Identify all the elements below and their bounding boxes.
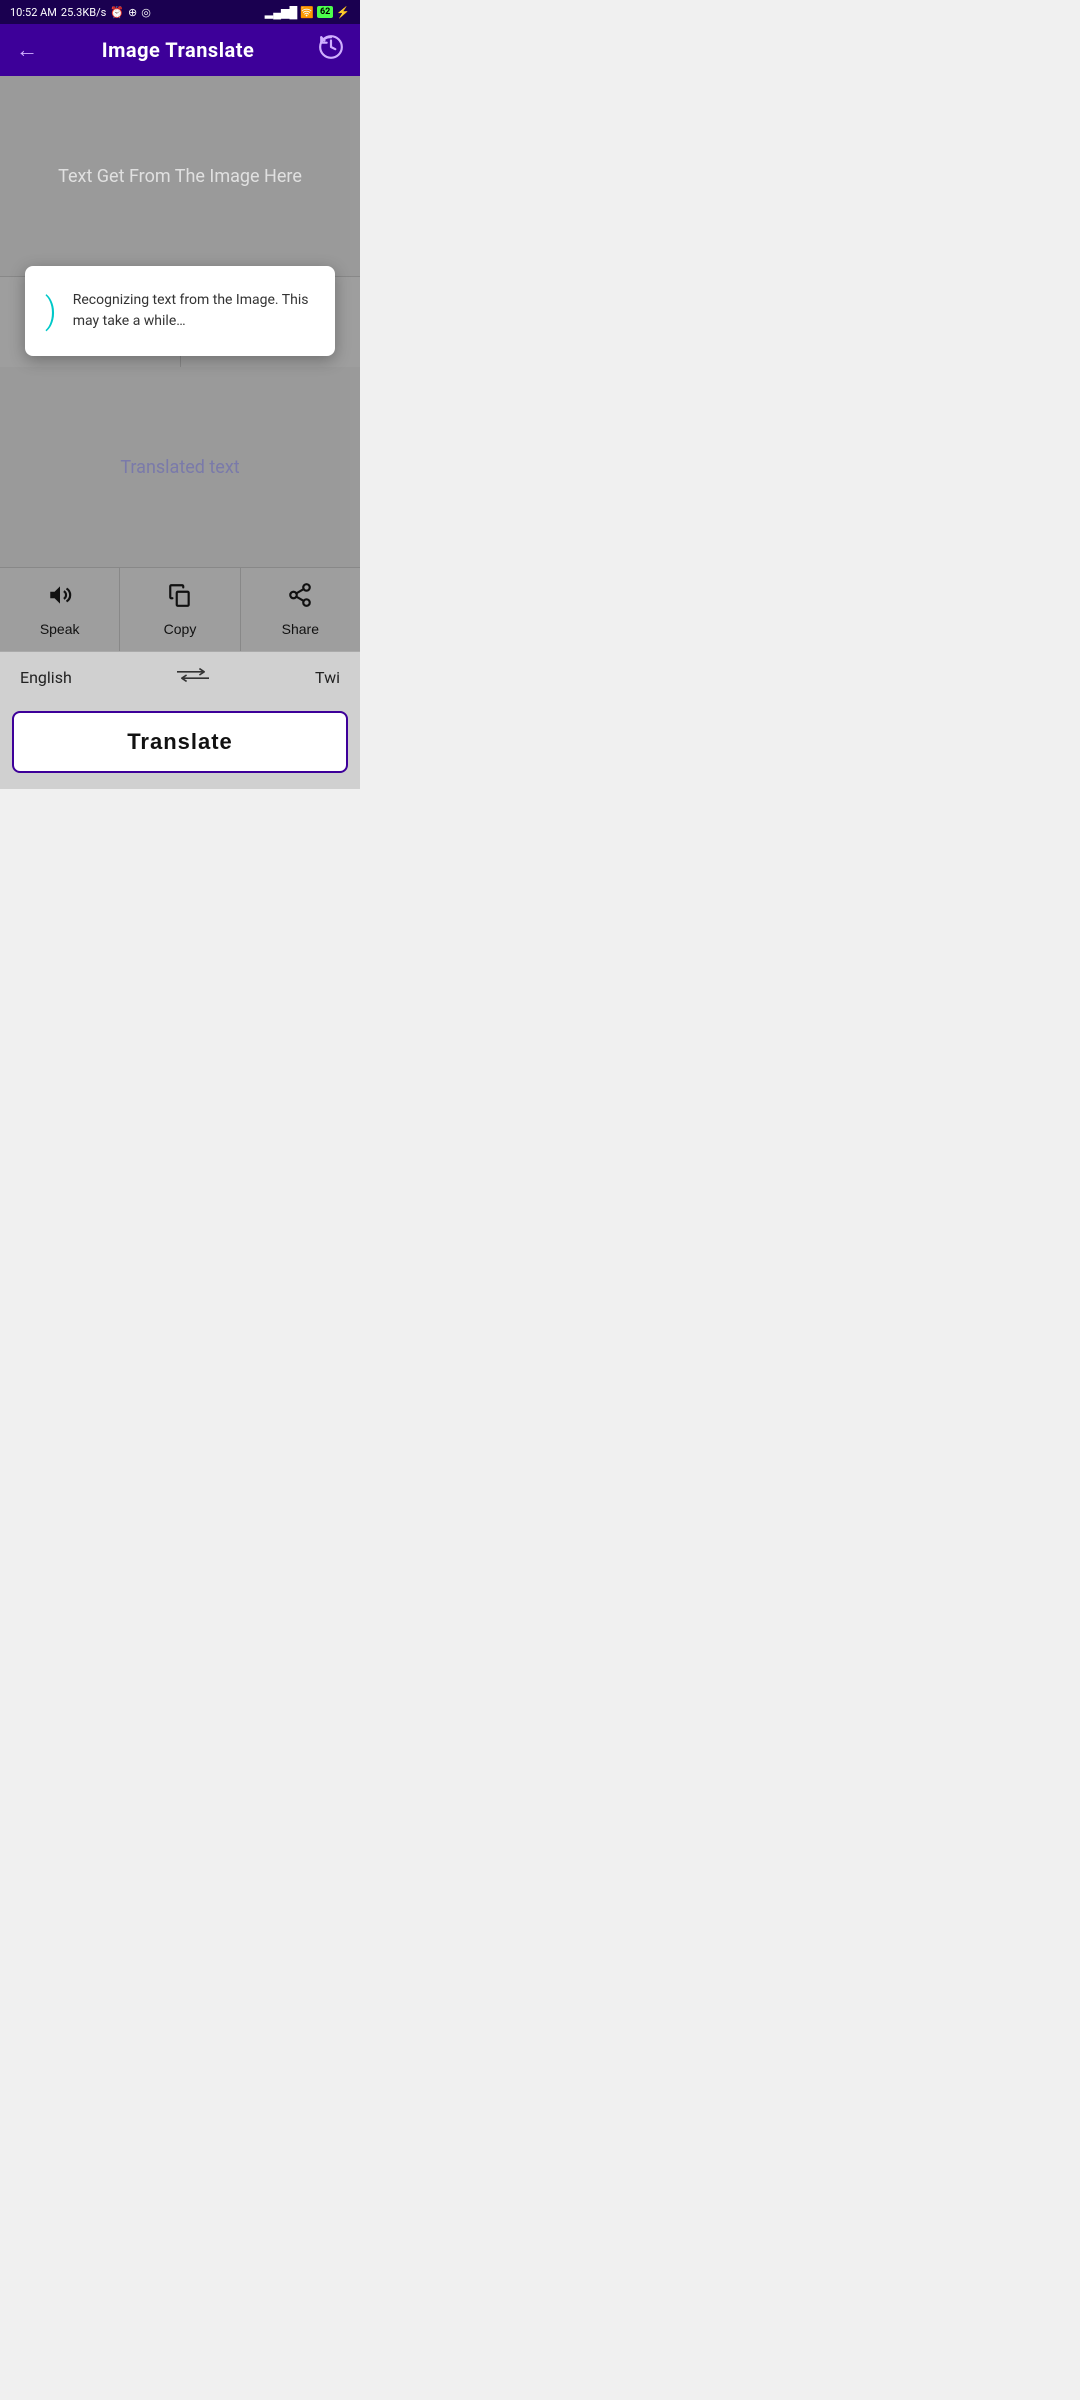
language-bar: English Twi bbox=[0, 651, 360, 703]
signal-icon: ▂▄▆█ bbox=[265, 6, 298, 19]
status-left: 10:52 AM 25.3KB/s ⏰ ⊕ ◎ bbox=[10, 6, 151, 19]
main-content: Text Get From The Image Here Select Imag… bbox=[0, 76, 360, 651]
charging-icon: ⚡ bbox=[336, 6, 350, 19]
loading-spinner: ) bbox=[45, 293, 57, 329]
app-title: Image Translate bbox=[102, 38, 255, 62]
history-button[interactable] bbox=[318, 34, 344, 66]
status-bar: 10:52 AM 25.3KB/s ⏰ ⊕ ◎ ▂▄▆█ 🛜 62 ⚡ bbox=[0, 0, 360, 24]
network-speed: 25.3KB/s bbox=[61, 6, 106, 19]
app-bar: ← Image Translate bbox=[0, 24, 360, 76]
dialog-message: Recognizing text from the Image. This ma… bbox=[73, 290, 315, 332]
app-icon-2: ◎ bbox=[141, 6, 151, 19]
loading-dialog: ) Recognizing text from the Image. This … bbox=[25, 266, 335, 356]
translate-button[interactable]: Translate bbox=[12, 711, 348, 773]
app-icon-1: ⊕ bbox=[128, 6, 137, 19]
source-language[interactable]: English bbox=[20, 668, 72, 687]
time-display: 10:52 AM bbox=[10, 6, 57, 19]
battery-indicator: 62 bbox=[317, 6, 333, 18]
back-button[interactable]: ← bbox=[16, 37, 38, 63]
language-swap-button[interactable] bbox=[177, 664, 209, 691]
target-language[interactable]: Twi bbox=[315, 668, 340, 687]
status-right: ▂▄▆█ 🛜 62 ⚡ bbox=[265, 6, 350, 19]
wifi-icon: 🛜 bbox=[300, 6, 314, 19]
translate-btn-container: Translate bbox=[0, 703, 360, 789]
clock-icon: ⏰ bbox=[110, 6, 124, 19]
loading-dialog-overlay: ) Recognizing text from the Image. This … bbox=[0, 76, 360, 651]
